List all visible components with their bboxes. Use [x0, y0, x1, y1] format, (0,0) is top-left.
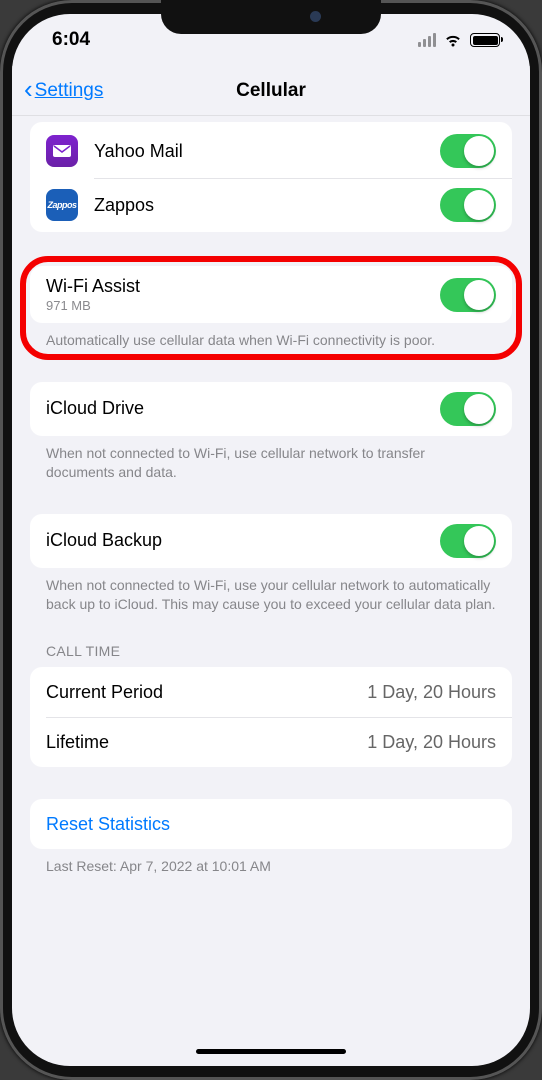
- wifi-icon: [443, 33, 463, 48]
- zappos-icon: Zappos: [46, 189, 78, 221]
- back-button[interactable]: ‹ Settings: [24, 80, 103, 102]
- call-time-current-row: Current Period 1 Day, 20 Hours: [30, 667, 512, 717]
- cellular-signal-icon: [418, 33, 436, 47]
- chevron-left-icon: ‹: [24, 76, 33, 102]
- app-cellular-group: Yahoo Mail Zappos Zappos: [30, 122, 512, 232]
- call-time-group: Current Period 1 Day, 20 Hours Lifetime …: [30, 667, 512, 767]
- icloud-drive-group: iCloud Drive: [30, 382, 512, 436]
- last-reset-text: Last Reset: Apr 7, 2022 at 10:01 AM: [46, 857, 496, 876]
- device-frame: 6:04 ‹ Settings Cellular Yahoo Mail: [0, 0, 542, 1080]
- reset-statistics-label: Reset Statistics: [46, 814, 496, 835]
- icloud-backup-title: iCloud Backup: [46, 530, 440, 551]
- yahoo-mail-icon: [46, 135, 78, 167]
- call-time-lifetime-row: Lifetime 1 Day, 20 Hours: [30, 717, 512, 767]
- wifi-assist-row[interactable]: Wi-Fi Assist 971 MB: [30, 266, 512, 323]
- home-indicator[interactable]: [196, 1049, 346, 1054]
- wifi-assist-section: Wi-Fi Assist 971 MB Automatically use ce…: [12, 266, 530, 350]
- wifi-assist-title: Wi-Fi Assist: [46, 276, 440, 297]
- icloud-drive-title: iCloud Drive: [46, 398, 440, 419]
- wifi-assist-usage: 971 MB: [46, 298, 440, 313]
- icloud-backup-group: iCloud Backup: [30, 514, 512, 568]
- call-time-current-value: 1 Day, 20 Hours: [367, 682, 496, 703]
- icloud-drive-footer: When not connected to Wi-Fi, use cellula…: [46, 444, 496, 482]
- app-name: Zappos: [94, 195, 440, 216]
- call-time-lifetime-label: Lifetime: [46, 732, 367, 753]
- reset-group: Reset Statistics: [30, 799, 512, 849]
- icloud-backup-row[interactable]: iCloud Backup: [30, 514, 512, 568]
- status-time: 6:04: [52, 29, 90, 51]
- call-time-header: CALL TIME: [46, 643, 496, 659]
- icloud-backup-footer: When not connected to Wi-Fi, use your ce…: [46, 576, 496, 614]
- reset-statistics-button[interactable]: Reset Statistics: [30, 799, 512, 849]
- toggle-yahoo-mail[interactable]: [440, 134, 496, 168]
- toggle-wifi-assist[interactable]: [440, 278, 496, 312]
- back-label: Settings: [35, 80, 104, 102]
- screen: 6:04 ‹ Settings Cellular Yahoo Mail: [12, 14, 530, 1066]
- scroll-content[interactable]: Yahoo Mail Zappos Zappos Wi-Fi Assist 97…: [12, 116, 530, 1066]
- toggle-icloud-drive[interactable]: [440, 392, 496, 426]
- call-time-current-label: Current Period: [46, 682, 367, 703]
- toggle-icloud-backup[interactable]: [440, 524, 496, 558]
- app-row-yahoo-mail[interactable]: Yahoo Mail: [30, 124, 512, 178]
- notch: [161, 0, 381, 34]
- toggle-zappos[interactable]: [440, 188, 496, 222]
- icloud-drive-row[interactable]: iCloud Drive: [30, 382, 512, 436]
- nav-bar: ‹ Settings Cellular: [12, 66, 530, 116]
- wifi-assist-footer: Automatically use cellular data when Wi-…: [46, 331, 496, 350]
- app-name: Yahoo Mail: [94, 141, 440, 162]
- battery-icon: [470, 33, 500, 47]
- call-time-lifetime-value: 1 Day, 20 Hours: [367, 732, 496, 753]
- app-row-zappos[interactable]: Zappos Zappos: [30, 178, 512, 232]
